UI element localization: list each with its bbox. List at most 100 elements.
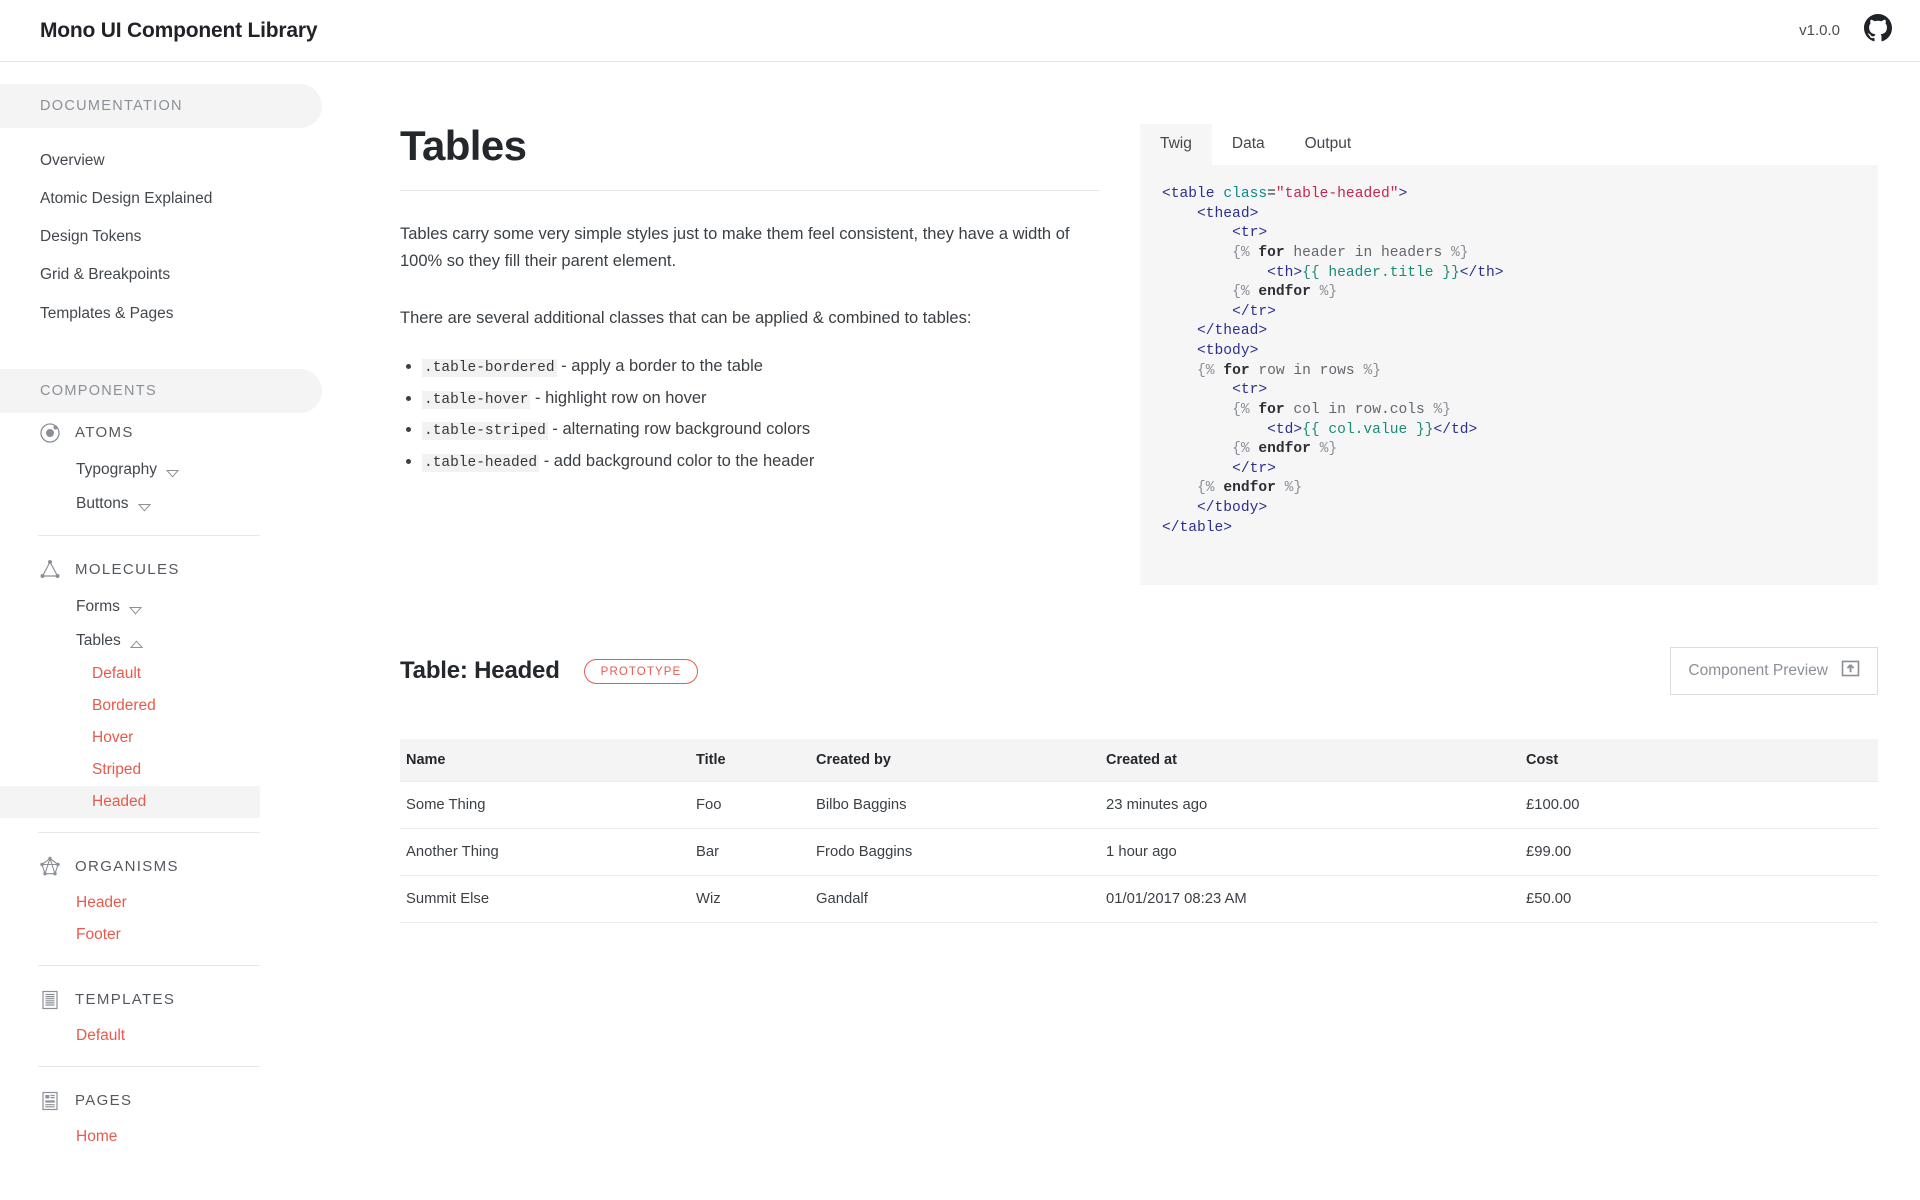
- class-description: - highlight row on hover: [535, 389, 707, 407]
- column-header-created-at: Created at: [1100, 739, 1520, 782]
- page-body: DOCUMENTATION Overview Atomic Design Exp…: [0, 62, 1920, 1200]
- sidebar-item-templates-pages[interactable]: Templates & Pages: [0, 295, 360, 333]
- sidebar-subitem-label: Tables: [76, 632, 121, 650]
- component-header: Table: Headed PROTOTYPE Component Previe…: [400, 647, 1878, 695]
- column-header-cost: Cost: [1520, 739, 1878, 782]
- status-badge: PROTOTYPE: [584, 659, 699, 684]
- code-panel: <table class="table-headed"> <thead> <tr…: [1140, 165, 1878, 585]
- sidebar-divider: [38, 535, 260, 536]
- sidebar-item-buttons[interactable]: Buttons: [0, 487, 360, 521]
- organism-icon: [38, 855, 62, 879]
- sidebar-item-template-default[interactable]: Default: [0, 1020, 260, 1052]
- sidebar-item-table-default[interactable]: Default: [0, 658, 260, 690]
- sidebar-item-table-hover[interactable]: Hover: [0, 722, 260, 754]
- main-content: Tables Tables carry some very simple sty…: [360, 62, 1920, 1200]
- sidebar-item-organism-footer[interactable]: Footer: [0, 919, 260, 951]
- sidebar-group-pages[interactable]: PAGES: [0, 1081, 360, 1121]
- sidebar-section-documentation: DOCUMENTATION: [0, 84, 322, 128]
- twig-code-block[interactable]: <table class="table-headed"> <thead> <tr…: [1162, 185, 1852, 538]
- sidebar-group-label: PAGES: [75, 1092, 132, 1109]
- template-icon: [38, 988, 62, 1012]
- cell-cost: £99.00: [1520, 829, 1878, 876]
- sidebar-item-page-home[interactable]: Home: [0, 1121, 260, 1153]
- cell-cost: £50.00: [1520, 876, 1878, 923]
- sidebar-item-atomic-design-explained[interactable]: Atomic Design Explained: [0, 180, 360, 218]
- cell-title: Bar: [690, 829, 810, 876]
- intro-paragraph-2: There are several additional classes tha…: [400, 305, 1100, 332]
- component-title: Table: Headed: [400, 657, 560, 685]
- code-panel-column: Twig Data Output <table class="table-hea…: [1140, 124, 1878, 585]
- sidebar-divider: [38, 1066, 260, 1067]
- sidebar-group-label: ATOMS: [75, 424, 134, 441]
- open-in-new-icon: [1841, 659, 1860, 683]
- cell-name: Another Thing: [400, 829, 690, 876]
- cell-cost: £100.00: [1520, 782, 1878, 829]
- chevron-down-icon: [129, 602, 142, 611]
- sidebar-group-organisms[interactable]: ORGANISMS: [0, 847, 360, 887]
- sidebar-item-table-bordered[interactable]: Bordered: [0, 690, 260, 722]
- class-description: - add background color to the header: [544, 452, 815, 470]
- sidebar-item-table-headed[interactable]: Headed: [0, 786, 260, 818]
- class-name-code: .table-striped: [422, 422, 548, 440]
- tab-twig[interactable]: Twig: [1140, 124, 1212, 165]
- cell-created-at: 01/01/2017 08:23 AM: [1100, 876, 1520, 923]
- sidebar-item-overview[interactable]: Overview: [0, 142, 360, 180]
- sidebar-item-table-striped[interactable]: Striped: [0, 754, 260, 786]
- tab-data[interactable]: Data: [1212, 124, 1285, 165]
- cell-title: Wiz: [690, 876, 810, 923]
- class-description: - apply a border to the table: [561, 357, 763, 375]
- version-label: v1.0.0: [1799, 22, 1840, 39]
- intro-paragraph-1: Tables carry some very simple styles jus…: [400, 221, 1100, 274]
- sidebar-item-tables[interactable]: Tables: [0, 624, 360, 658]
- top-columns: Tables Tables carry some very simple sty…: [400, 124, 1878, 585]
- sidebar: DOCUMENTATION Overview Atomic Design Exp…: [0, 62, 360, 1200]
- list-item: .table-headed - add background color to …: [422, 448, 1100, 475]
- sidebar-subitem-label: Buttons: [76, 495, 129, 513]
- table-row: Another Thing Bar Frodo Baggins 1 hour a…: [400, 829, 1878, 876]
- cell-name: Summit Else: [400, 876, 690, 923]
- column-header-name: Name: [400, 739, 690, 782]
- sidebar-subitem-label: Typography: [76, 461, 157, 479]
- list-item: .table-hover - highlight row on hover: [422, 385, 1100, 412]
- chevron-down-icon: [166, 465, 179, 474]
- sidebar-item-forms[interactable]: Forms: [0, 590, 360, 624]
- chevron-up-icon: [130, 636, 143, 645]
- sidebar-divider: [38, 832, 260, 833]
- code-tabs: Twig Data Output: [1140, 124, 1878, 165]
- sidebar-section-components: COMPONENTS: [0, 369, 322, 413]
- sidebar-group-atoms[interactable]: ATOMS: [0, 413, 360, 453]
- table-row: Summit Else Wiz Gandalf 01/01/2017 08:23…: [400, 876, 1878, 923]
- app-header: Mono UI Component Library v1.0.0: [0, 0, 1920, 62]
- sidebar-item-grid-breakpoints[interactable]: Grid & Breakpoints: [0, 256, 360, 294]
- chevron-down-icon: [138, 499, 151, 508]
- class-name-code: .table-hover: [422, 391, 530, 409]
- documentation-links: Overview Atomic Design Explained Design …: [0, 128, 360, 343]
- cell-created-by: Frodo Baggins: [810, 829, 1100, 876]
- sidebar-item-design-tokens[interactable]: Design Tokens: [0, 218, 360, 256]
- sidebar-subitem-label: Forms: [76, 598, 120, 616]
- class-name-code: .table-headed: [422, 454, 539, 472]
- cell-created-at: 23 minutes ago: [1100, 782, 1520, 829]
- sidebar-group-label: TEMPLATES: [75, 991, 175, 1008]
- sidebar-item-typography[interactable]: Typography: [0, 453, 360, 487]
- sidebar-group-templates[interactable]: TEMPLATES: [0, 980, 360, 1020]
- sidebar-group-label: ORGANISMS: [75, 858, 179, 875]
- sidebar-item-organism-header[interactable]: Header: [0, 887, 260, 919]
- cell-created-at: 1 hour ago: [1100, 829, 1520, 876]
- tab-output[interactable]: Output: [1285, 124, 1372, 165]
- github-icon[interactable]: [1864, 14, 1892, 47]
- table-row: Some Thing Foo Bilbo Baggins 23 minutes …: [400, 782, 1878, 829]
- page-icon: [38, 1089, 62, 1113]
- component-preview-button[interactable]: Component Preview: [1670, 647, 1878, 695]
- demo-table: Name Title Created by Created at Cost So…: [400, 739, 1878, 923]
- sidebar-divider: [38, 965, 260, 966]
- component-preview-label: Component Preview: [1688, 662, 1828, 680]
- cell-created-by: Bilbo Baggins: [810, 782, 1100, 829]
- sidebar-group-label: MOLECULES: [75, 561, 180, 578]
- list-item: .table-bordered - apply a border to the …: [422, 353, 1100, 380]
- column-header-title: Title: [690, 739, 810, 782]
- cell-title: Foo: [690, 782, 810, 829]
- sidebar-group-molecules[interactable]: MOLECULES: [0, 550, 360, 590]
- class-list: .table-bordered - apply a border to the …: [422, 353, 1100, 475]
- atom-icon: [38, 421, 62, 445]
